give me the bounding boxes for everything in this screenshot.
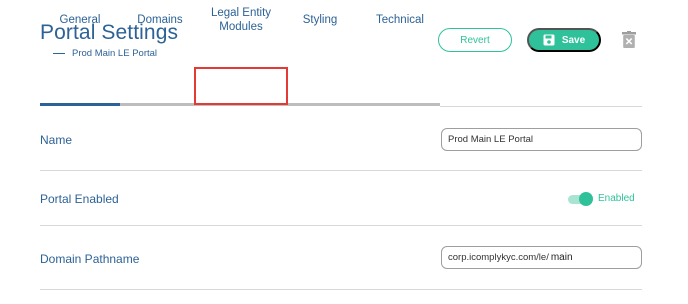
tab-highlight-box xyxy=(194,67,288,105)
domain-pathname-label: Domain Pathname xyxy=(40,252,140,266)
portal-enabled-label: Portal Enabled xyxy=(40,192,119,206)
row-divider xyxy=(40,289,642,290)
tab-technical[interactable]: Technical xyxy=(360,0,440,40)
name-label: Name xyxy=(40,133,73,147)
toggle-status-label: Enabled xyxy=(598,193,635,204)
tab-general[interactable]: General xyxy=(40,0,120,40)
tab-domains[interactable]: Domains xyxy=(120,0,200,40)
row-divider xyxy=(40,170,642,171)
floppy-disk-icon xyxy=(543,34,555,46)
domain-pathname-field[interactable]: corp.icomplykyc.com/le/ main xyxy=(441,246,642,269)
name-field[interactable]: Prod Main LE Portal xyxy=(441,128,642,151)
domain-pathname-input[interactable]: main xyxy=(551,252,573,263)
portal-name-subtitle: Prod Main LE Portal xyxy=(72,48,158,59)
trash-icon[interactable] xyxy=(622,31,636,48)
toggle-knob xyxy=(579,192,593,206)
subtitle-dash xyxy=(53,53,65,54)
save-button-label: Save xyxy=(561,34,586,46)
row-divider xyxy=(40,225,642,226)
header-divider xyxy=(440,106,642,107)
tab-styling[interactable]: Styling xyxy=(280,0,360,40)
portal-enabled-toggle[interactable] xyxy=(568,192,594,206)
tab-legal-entity-modules[interactable]: Legal Entity Modules xyxy=(194,0,288,40)
revert-button[interactable]: Revert xyxy=(438,28,512,52)
domain-prefix: corp.icomplykyc.com/le/ xyxy=(448,252,549,263)
active-tab-indicator xyxy=(40,103,120,106)
save-button[interactable]: Save xyxy=(527,28,601,52)
portal-subtitle: Prod Main LE Portal xyxy=(40,48,157,59)
